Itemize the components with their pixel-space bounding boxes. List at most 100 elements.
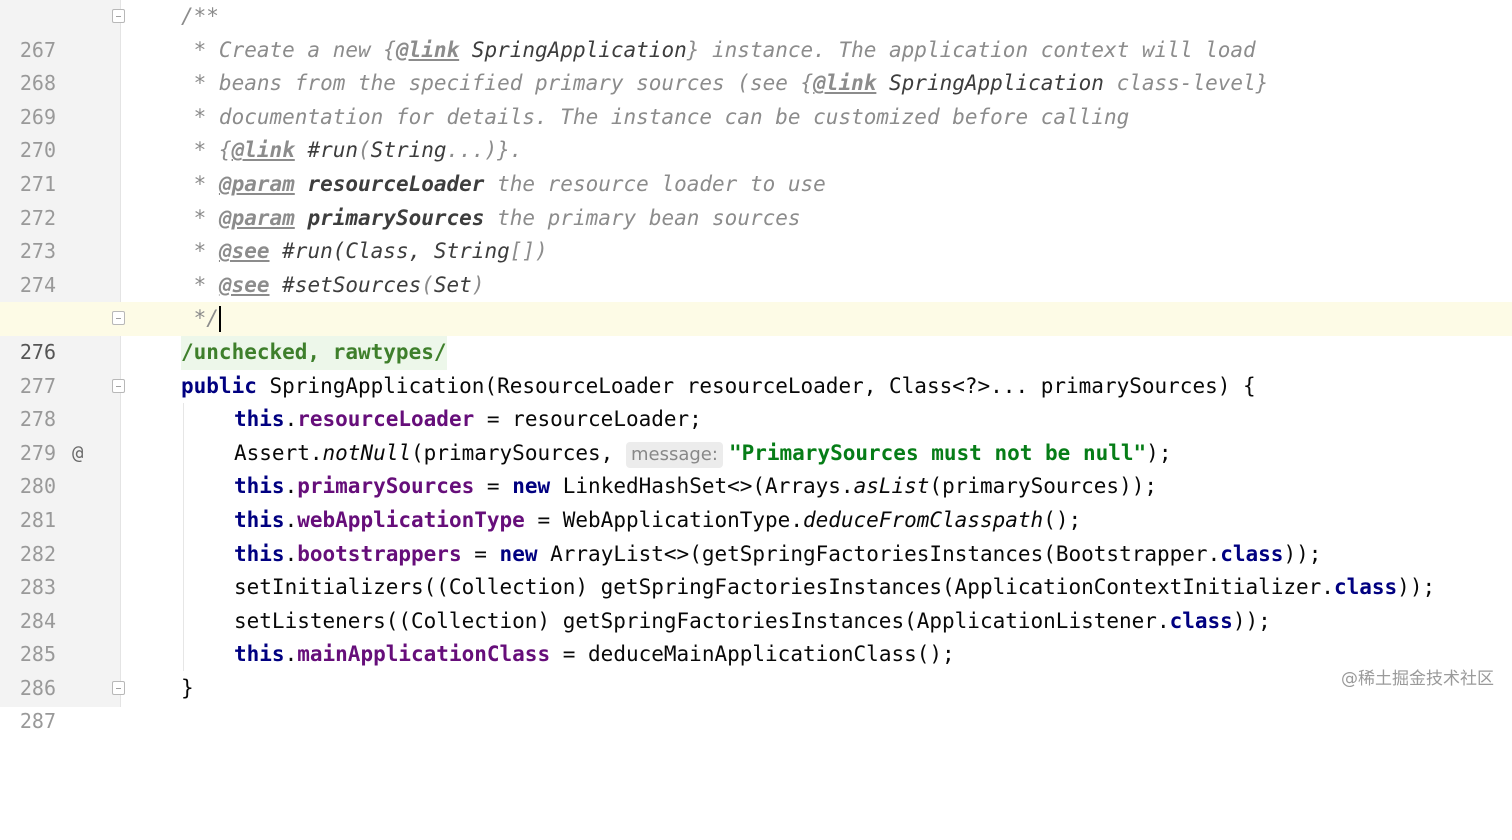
code-text: this.primarySources = new LinkedHashSet<… xyxy=(234,470,1157,504)
keyword: this xyxy=(234,407,285,432)
comment-text: * xyxy=(181,272,219,297)
code-token: ArrayList<>(getSpringFactoriesInstances(… xyxy=(537,541,1221,566)
code-line[interactable]: 267 /** xyxy=(0,0,1512,62)
fold-marker-icon[interactable] xyxy=(112,680,125,695)
fold-marker-icon[interactable] xyxy=(112,311,125,326)
code-line[interactable]: 273 * @param primarySources the primary … xyxy=(0,202,1512,264)
code-line[interactable]: 287 } xyxy=(0,672,1512,734)
comment-text: } instance. The application context will… xyxy=(686,37,1256,62)
code-token: = xyxy=(474,474,513,499)
comment-text: []) xyxy=(509,239,548,264)
code-token: = xyxy=(461,541,500,566)
code-text: * documentation for details. The instanc… xyxy=(181,104,1130,129)
keyword: class xyxy=(1169,608,1233,633)
comment-text: */ xyxy=(181,306,219,331)
javadoc-tag: @see xyxy=(218,272,270,297)
text-caret xyxy=(218,306,221,333)
code-token: SpringApplication(ResourceLoader resourc… xyxy=(256,373,1256,398)
code-line[interactable]: 283 this.bootstrappers = new ArrayList<>… xyxy=(0,538,1512,600)
code-token: = resourceLoader; xyxy=(474,407,702,432)
javadoc-tag: @param xyxy=(218,205,295,230)
code-text: * @see #run(Class, String[]) xyxy=(181,235,548,269)
current-code-line[interactable]: 276 */ xyxy=(0,302,1512,364)
code-token: setListeners((Collection) getSpringFacto… xyxy=(234,608,1170,633)
code-line[interactable]: 268 * Create a new {@link SpringApplicat… xyxy=(0,34,1512,96)
javadoc-tag: @see xyxy=(218,239,270,264)
fold-marker-icon[interactable] xyxy=(112,378,125,393)
param-name: resourceLoader xyxy=(294,171,485,196)
suppress-warnings-text: /unchecked, rawtypes/ xyxy=(181,335,447,370)
code-line[interactable]: 282 this.webApplicationType = WebApplica… xyxy=(0,504,1512,566)
javadoc-tag: @link xyxy=(231,138,295,163)
code-line[interactable]: 277 /unchecked, rawtypes/ xyxy=(0,335,1512,398)
javadoc-tag: @param xyxy=(218,171,295,196)
comment-text: * { xyxy=(181,138,232,163)
code-line[interactable]: 279 this.resourceLoader = resourceLoader… xyxy=(0,403,1512,465)
code-text: setInitializers((Collection) getSpringFa… xyxy=(234,571,1435,605)
code-token: . xyxy=(284,507,298,532)
code-text: * {@link #run(String...)}. xyxy=(181,134,523,168)
comment-text: ( xyxy=(421,272,434,297)
code-text: setListeners((Collection) getSpringFacto… xyxy=(234,605,1271,639)
code-line[interactable]: 274 * @see #run(Class, String[]) xyxy=(0,235,1512,297)
code-text: * @param resourceLoader the resource loa… xyxy=(181,168,826,202)
code-text: } xyxy=(181,675,194,700)
static-method: notNull xyxy=(322,440,412,465)
code-editor[interactable]: 267 /** 268 * Create a new {@link Spring… xyxy=(0,0,1512,734)
code-token: . xyxy=(284,407,298,432)
code-line[interactable]: 275 * @see #setSources(Set) xyxy=(0,269,1512,331)
code-text: * Create a new {@link SpringApplication}… xyxy=(181,34,1256,68)
code-token: = deduceMainApplicationClass(); xyxy=(550,642,955,667)
code-text: * @see #setSources(Set) xyxy=(181,269,485,303)
field-name: primarySources xyxy=(297,474,475,499)
code-token: ); xyxy=(1146,440,1172,465)
code-text: this.resourceLoader = resourceLoader; xyxy=(234,403,702,437)
comment-text: the primary bean sources xyxy=(484,205,801,230)
code-line[interactable]: 285 setListeners((Collection) getSpringF… xyxy=(0,605,1512,667)
code-token: )); xyxy=(1283,541,1322,566)
code-token: . xyxy=(284,642,298,667)
javadoc-reference: SpringApplication xyxy=(459,37,687,62)
keyword: this xyxy=(234,541,285,566)
code-text: * @param primarySources the primary bean… xyxy=(181,202,801,236)
code-token: setInitializers((Collection) getSpringFa… xyxy=(234,575,1334,600)
comment-text: ...)}. xyxy=(446,138,523,163)
code-line[interactable]: 269 * beans from the specified primary s… xyxy=(0,67,1512,129)
code-line[interactable]: 281 this.primarySources = new LinkedHash… xyxy=(0,470,1512,532)
code-line[interactable]: 284 setInitializers((Collection) getSpri… xyxy=(0,571,1512,633)
keyword: new xyxy=(499,541,538,566)
code-line[interactable]: 286 this.mainApplicationClass = deduceMa… xyxy=(0,638,1512,700)
code-token: = WebApplicationType. xyxy=(524,507,803,532)
keyword: this xyxy=(234,507,285,532)
code-line[interactable]: 270 * documentation for details. The ins… xyxy=(0,101,1512,163)
keyword: public xyxy=(181,373,257,398)
string-literal: "PrimarySources must not be null" xyxy=(728,440,1147,465)
code-line[interactable]: 271 * {@link #run(String...)}. xyxy=(0,134,1512,196)
code-token: . xyxy=(284,474,298,499)
parameter-hint: message: xyxy=(625,441,723,468)
javadoc-reference: String xyxy=(370,138,447,163)
keyword: class xyxy=(1333,575,1398,600)
code-token: (primarySources)); xyxy=(929,474,1157,499)
code-text: /** xyxy=(181,4,219,28)
keyword: this xyxy=(234,474,285,499)
code-line[interactable]: 272 * @param resourceLoader the resource… xyxy=(0,168,1512,230)
code-line[interactable]: 278 @ public SpringApplication(ResourceL… xyxy=(0,370,1512,464)
comment-text: * xyxy=(181,205,219,230)
code-text: * beans from the specified primary sourc… xyxy=(181,67,1269,101)
javadoc-tag: @link xyxy=(813,71,877,96)
fold-marker-icon[interactable] xyxy=(112,9,125,23)
code-token: . xyxy=(284,541,298,566)
comment-text: ( xyxy=(358,138,371,163)
keyword: this xyxy=(234,642,285,667)
code-token: Assert. xyxy=(234,440,323,465)
code-line[interactable]: 280 Assert.notNull(primarySources, messa… xyxy=(0,437,1512,499)
comment-text: class-level} xyxy=(1103,71,1269,96)
javadoc-reference: #run(Class, String xyxy=(269,239,510,264)
keyword: new xyxy=(512,474,551,499)
javadoc-reference: #setSources xyxy=(269,272,422,297)
javadoc-tag: @link xyxy=(395,37,460,62)
comment-text: * beans from the specified primary sourc… xyxy=(181,71,814,96)
code-text: this.bootstrappers = new ArrayList<>(get… xyxy=(234,538,1321,572)
code-text: this.mainApplicationClass = deduceMainAp… xyxy=(234,638,955,672)
